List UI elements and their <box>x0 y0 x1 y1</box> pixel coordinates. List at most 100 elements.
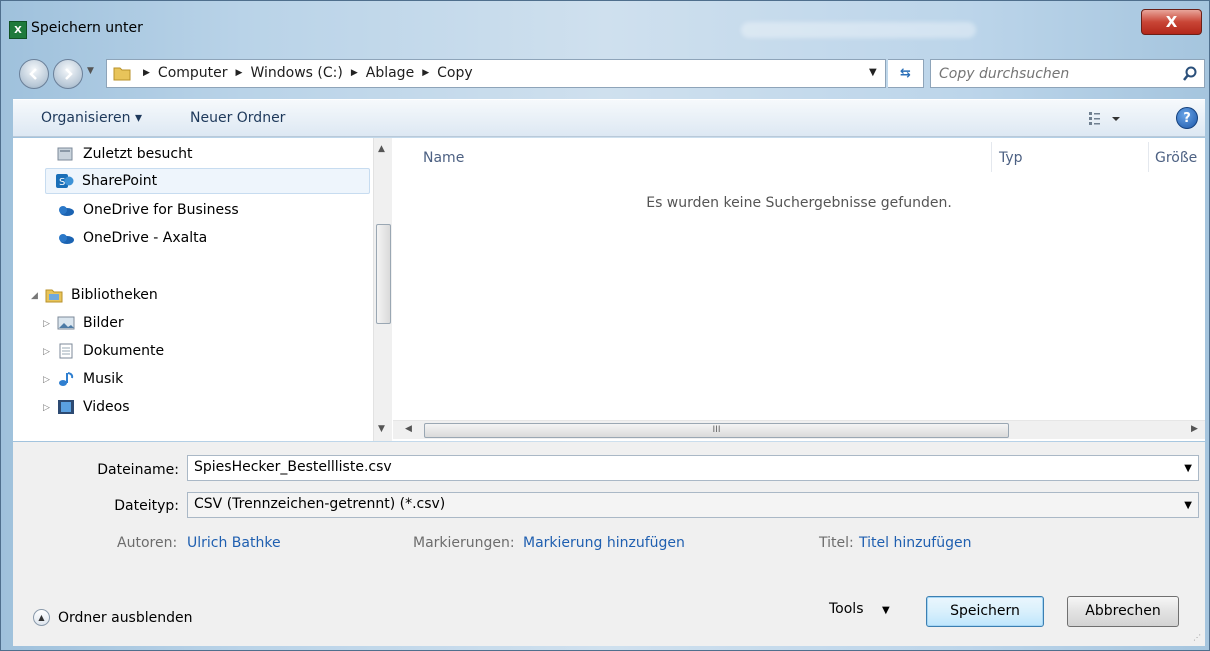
cancel-button[interactable]: Abbrechen <box>1067 596 1179 627</box>
nav-item-label: Zuletzt besucht <box>83 146 193 162</box>
authors-value[interactable]: Ulrich Bathke <box>187 535 281 551</box>
forward-button[interactable] <box>53 59 83 89</box>
command-toolbar: Organisieren ▾ Neuer Ordner ? <box>13 99 1205 137</box>
nav-item-label: Videos <box>83 399 130 415</box>
search-icon[interactable] <box>1182 66 1198 82</box>
libraries-icon <box>45 289 63 303</box>
save-button[interactable]: Speichern <box>926 596 1044 627</box>
scroll-thumb[interactable] <box>376 224 391 324</box>
nav-item-pictures[interactable]: Bilder <box>57 310 124 336</box>
nav-item-label: Bibliotheken <box>71 287 158 303</box>
column-divider[interactable] <box>1148 142 1149 172</box>
filetype-value: CSV (Trennzeichen-getrennt) (*.csv) <box>194 496 446 512</box>
refresh-button[interactable]: ⇆ <box>888 59 924 88</box>
nav-item-label: Bilder <box>83 315 124 331</box>
save-form: Dateiname: SpiesHecker_Bestellliste.csv … <box>13 442 1205 646</box>
pictures-icon <box>57 316 75 330</box>
onedrive-icon <box>59 206 74 216</box>
nav-item-sharepoint[interactable]: S SharePoint <box>45 168 370 194</box>
search-input[interactable] <box>939 63 1159 84</box>
breadcrumb: ▶ Computer ▶ Windows (C:) ▶ Ablage ▶ Cop… <box>143 65 473 81</box>
breadcrumb-computer[interactable]: Computer <box>158 65 228 81</box>
recent-places-icon <box>57 147 73 161</box>
nav-item-documents[interactable]: Dokumente <box>57 338 164 364</box>
scroll-down-icon[interactable]: ▼ <box>378 424 385 434</box>
svg-text:S: S <box>59 177 65 188</box>
column-divider[interactable] <box>991 142 992 172</box>
resize-grip-icon[interactable]: ⋰ <box>1193 633 1201 642</box>
chevron-down-icon[interactable]: ▼ <box>1184 500 1192 511</box>
videos-icon <box>58 400 74 414</box>
column-header-type[interactable]: Typ <box>999 150 1023 166</box>
filename-field[interactable]: SpiesHecker_Bestellliste.csv ▼ <box>187 455 1199 481</box>
nav-item-label: OneDrive - Axalta <box>83 230 208 246</box>
column-header-size[interactable]: Größe <box>1155 150 1197 166</box>
documents-icon <box>59 343 73 359</box>
empty-results-message: Es wurden keine Suchergebnisse gefunden. <box>646 195 952 211</box>
window-title: Speichern unter <box>31 20 143 36</box>
address-dropdown-icon[interactable]: ▼ <box>869 67 877 78</box>
breadcrumb-copy[interactable]: Copy <box>437 65 473 81</box>
nav-item-music[interactable]: Musik <box>57 366 123 392</box>
chevron-right-icon[interactable]: ▶ <box>422 68 429 78</box>
scroll-up-icon[interactable]: ▲ <box>378 144 385 154</box>
browser-content: Zuletzt besucht S SharePoint OneDrive fo… <box>13 138 1205 441</box>
expand-arrow-icon[interactable]: ▷ <box>43 403 50 413</box>
sharepoint-icon: S <box>56 174 74 188</box>
title-link[interactable]: Titel hinzufügen <box>859 535 972 551</box>
authors-label: Autoren: <box>117 535 178 551</box>
tags-link[interactable]: Markierung hinzufügen <box>523 535 685 551</box>
title-bar[interactable]: X Speichern unter X <box>1 1 1209 53</box>
save-as-dialog: X Speichern unter X ▼ ▶ Computer ▶ Windo… <box>0 0 1210 651</box>
back-arrow-icon <box>29 68 37 80</box>
nav-item-recent[interactable]: Zuletzt besucht <box>57 141 192 167</box>
search-box[interactable] <box>930 59 1205 88</box>
nav-item-label: Dokumente <box>83 343 165 359</box>
breadcrumb-drive[interactable]: Windows (C:) <box>250 65 342 81</box>
file-list-scrollbar[interactable]: ◀ III ▶ <box>393 420 1205 439</box>
excel-icon[interactable]: X <box>9 21 27 39</box>
chevron-right-icon[interactable]: ▶ <box>236 68 243 78</box>
title-label: Titel: <box>819 535 854 551</box>
scroll-right-icon[interactable]: ▶ <box>1191 424 1198 434</box>
nav-item-libraries[interactable]: Bibliotheken <box>45 282 158 308</box>
recent-locations-dropdown[interactable]: ▼ <box>87 66 94 76</box>
view-options-icon[interactable] <box>1088 109 1122 127</box>
expand-arrow-icon[interactable]: ▷ <box>43 319 50 329</box>
chevron-right-icon[interactable]: ▶ <box>143 68 150 78</box>
chevron-down-icon: ▼ <box>881 605 890 616</box>
expand-arrow-icon[interactable]: ▷ <box>43 347 50 357</box>
onedrive-icon <box>59 234 74 244</box>
nav-item-label: OneDrive for Business <box>83 202 239 218</box>
filetype-select[interactable]: CSV (Trennzeichen-getrennt) (*.csv) ▼ <box>187 492 1199 518</box>
hide-folders-label: Ordner ausblenden <box>58 609 193 626</box>
expand-arrow-icon[interactable]: ▷ <box>43 375 50 385</box>
back-button[interactable] <box>19 59 49 89</box>
new-folder-button[interactable]: Neuer Ordner <box>190 110 285 126</box>
nav-scrollbar[interactable]: ▲ ▼ <box>373 138 392 441</box>
scroll-thumb[interactable]: III <box>424 423 1009 438</box>
navigation-pane: Zuletzt besucht S SharePoint OneDrive fo… <box>13 138 371 441</box>
filetype-label: Dateityp: <box>114 498 179 514</box>
chevron-down-icon[interactable]: ▼ <box>1184 463 1192 474</box>
tools-menu[interactable]: Tools ▼ <box>829 601 890 617</box>
music-icon <box>59 372 74 386</box>
tags-label: Markierungen: <box>413 535 515 551</box>
organize-menu[interactable]: Organisieren ▾ <box>41 110 142 126</box>
file-list: Name Typ Größe Es wurden keine Suchergeb… <box>393 138 1205 441</box>
nav-item-videos[interactable]: Videos <box>57 394 130 420</box>
tools-label: Tools <box>829 601 864 617</box>
help-icon[interactable]: ? <box>1176 107 1198 129</box>
collapse-arrow-icon[interactable]: ◢ <box>31 291 38 301</box>
nav-item-onedrive-business[interactable]: OneDrive for Business <box>57 197 239 223</box>
column-header-name[interactable]: Name <box>423 150 464 166</box>
close-button[interactable]: X <box>1141 9 1202 35</box>
breadcrumb-ablage[interactable]: Ablage <box>366 65 414 81</box>
chevron-right-icon[interactable]: ▶ <box>351 68 358 78</box>
hide-folders-button[interactable]: ▲ Ordner ausblenden <box>33 609 193 626</box>
scroll-left-icon[interactable]: ◀ <box>405 424 412 434</box>
folder-icon <box>113 67 131 81</box>
address-bar[interactable]: ▶ Computer ▶ Windows (C:) ▶ Ablage ▶ Cop… <box>106 59 886 88</box>
filename-label: Dateiname: <box>97 462 179 478</box>
nav-item-onedrive-axalta[interactable]: OneDrive - Axalta <box>57 225 207 251</box>
